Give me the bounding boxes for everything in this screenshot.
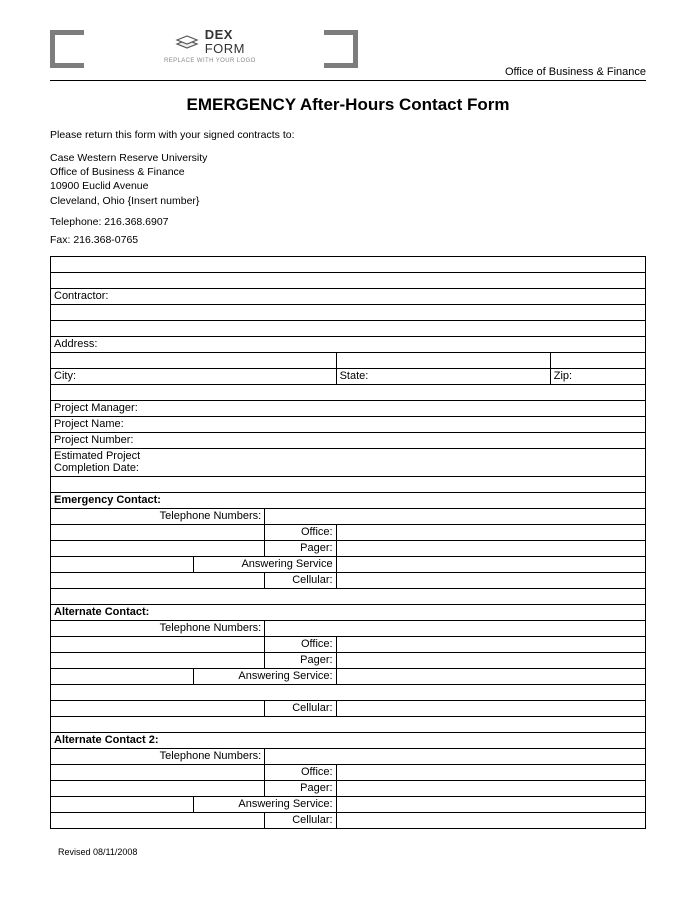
header: DEX FORM REPLACE WITH YOUR LOGO Office o… xyxy=(50,30,646,78)
project-manager-label: Project Manager: xyxy=(51,400,646,416)
table-row: Cellular: xyxy=(51,700,646,716)
table-row: Office: xyxy=(51,764,646,780)
cellular-label: Cellular: xyxy=(265,700,336,716)
answering-label: Answering Service: xyxy=(193,668,336,684)
addr-line4: Cleveland, Ohio {Insert number} xyxy=(50,194,646,208)
telephone-numbers-label: Telephone Numbers: xyxy=(51,620,265,636)
telephone-numbers-label: Telephone Numbers: xyxy=(51,508,265,524)
pager-label: Pager: xyxy=(265,652,336,668)
table-row: Telephone Numbers: xyxy=(51,620,646,636)
header-divider xyxy=(50,80,646,81)
table-row: Pager: xyxy=(51,652,646,668)
cellular-label: Cellular: xyxy=(265,572,336,588)
table-row xyxy=(51,320,646,336)
table-row xyxy=(51,352,646,368)
table-row: Address: xyxy=(51,336,646,352)
table-row: Emergency Contact: xyxy=(51,492,646,508)
pager-label: Pager: xyxy=(265,780,336,796)
office-label: Office: xyxy=(265,524,336,540)
table-row xyxy=(51,304,646,320)
table-row: Pager: xyxy=(51,540,646,556)
table-row: Cellular: xyxy=(51,812,646,828)
table-row xyxy=(51,272,646,288)
office-label: Office of Business & Finance xyxy=(505,66,646,78)
est-completion-label: Estimated ProjectCompletion Date: xyxy=(51,448,646,476)
table-row: Answering Service xyxy=(51,556,646,572)
table-row: Project Number: xyxy=(51,432,646,448)
contractor-label: Contractor: xyxy=(51,288,646,304)
form-table: Contractor: Address: City: State: Zip: P… xyxy=(50,256,646,829)
logo-dex-text: DEX xyxy=(205,27,233,42)
pager-label: Pager: xyxy=(265,540,336,556)
addr-line2: Office of Business & Finance xyxy=(50,165,646,179)
zip-label: Zip: xyxy=(550,368,645,384)
table-row: Estimated ProjectCompletion Date: xyxy=(51,448,646,476)
fax-label: Fax: 216.368-0765 xyxy=(50,234,646,246)
dexform-logo-icon xyxy=(175,32,199,52)
table-row: City: State: Zip: xyxy=(51,368,646,384)
table-row: Contractor: xyxy=(51,288,646,304)
revised-date: Revised 08/11/2008 xyxy=(58,847,646,857)
table-row xyxy=(51,256,646,272)
project-name-label: Project Name: xyxy=(51,416,646,432)
return-address: Case Western Reserve University Office o… xyxy=(50,151,646,208)
intro-text: Please return this form with your signed… xyxy=(50,129,646,141)
table-row: Answering Service: xyxy=(51,668,646,684)
office-label: Office: xyxy=(265,764,336,780)
table-row: Pager: xyxy=(51,780,646,796)
logo-form-text: FORM xyxy=(205,41,245,56)
table-row: Cellular: xyxy=(51,572,646,588)
alternate-contact-2-header: Alternate Contact 2: xyxy=(51,732,646,748)
table-row: Project Name: xyxy=(51,416,646,432)
table-row: Telephone Numbers: xyxy=(51,748,646,764)
table-row: Alternate Contact: xyxy=(51,604,646,620)
table-row: Answering Service: xyxy=(51,796,646,812)
logo: DEX FORM REPLACE WITH YOUR LOGO xyxy=(164,28,256,64)
table-row: Alternate Contact 2: xyxy=(51,732,646,748)
table-row: Telephone Numbers: xyxy=(51,508,646,524)
alternate-contact-header: Alternate Contact: xyxy=(51,604,646,620)
table-row xyxy=(51,476,646,492)
answering-label: Answering Service xyxy=(193,556,336,572)
table-row xyxy=(51,384,646,400)
page-title: EMERGENCY After-Hours Contact Form xyxy=(50,95,646,115)
logo-subtitle: REPLACE WITH YOUR LOGO xyxy=(164,58,256,64)
office-label: Office: xyxy=(265,636,336,652)
answering-label: Answering Service: xyxy=(193,796,336,812)
address-label: Address: xyxy=(51,336,646,352)
bracket-right-icon xyxy=(324,30,358,68)
table-row: Office: xyxy=(51,636,646,652)
addr-line3: 10900 Euclid Avenue xyxy=(50,179,646,193)
telephone-label: Telephone: 216.368.6907 xyxy=(50,216,646,228)
addr-line1: Case Western Reserve University xyxy=(50,151,646,165)
cellular-label: Cellular: xyxy=(265,812,336,828)
state-label: State: xyxy=(336,368,550,384)
table-row: Office: xyxy=(51,524,646,540)
table-row xyxy=(51,684,646,700)
table-row xyxy=(51,716,646,732)
city-label: City: xyxy=(51,368,337,384)
bracket-left-icon xyxy=(50,30,84,68)
table-row: Project Manager: xyxy=(51,400,646,416)
emergency-contact-header: Emergency Contact: xyxy=(51,492,646,508)
table-row xyxy=(51,588,646,604)
telephone-numbers-label: Telephone Numbers: xyxy=(51,748,265,764)
project-number-label: Project Number: xyxy=(51,432,646,448)
